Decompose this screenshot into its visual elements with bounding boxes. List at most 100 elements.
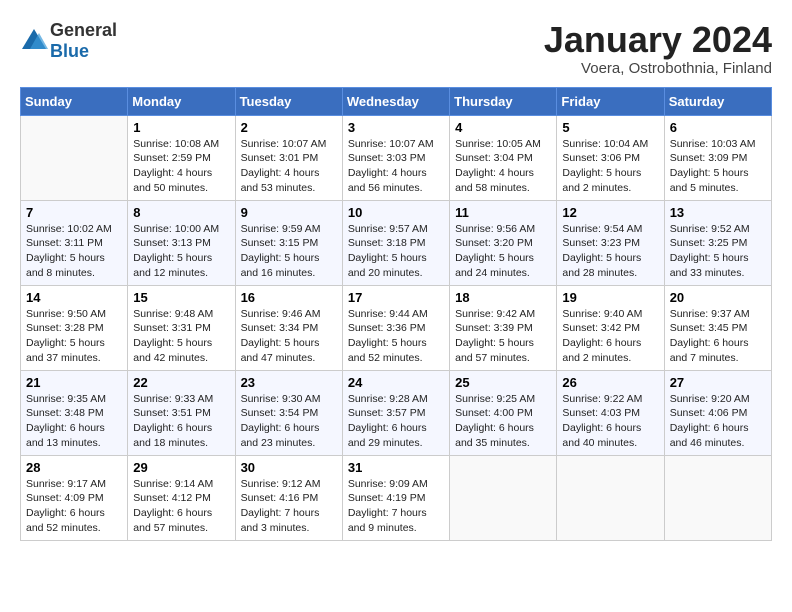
- calendar-cell: 5 Sunrise: 10:04 AM Sunset: 3:06 PM Dayli…: [557, 115, 664, 200]
- weekday-header-sunday: Sunday: [21, 87, 128, 115]
- day-info: Sunrise: 9:48 AM Sunset: 3:31 PM Dayligh…: [133, 307, 229, 366]
- day-number: 21: [26, 375, 122, 390]
- weekday-header-wednesday: Wednesday: [342, 87, 449, 115]
- day-info: Sunrise: 9:14 AM Sunset: 4:12 PM Dayligh…: [133, 477, 229, 536]
- calendar-week-3: 14 Sunrise: 9:50 AM Sunset: 3:28 PM Dayli…: [21, 285, 772, 370]
- day-info: Sunrise: 9:37 AM Sunset: 3:45 PM Dayligh…: [670, 307, 766, 366]
- day-number: 17: [348, 290, 444, 305]
- title-block: January 2024 Voera, Ostrobothnia, Finlan…: [544, 20, 772, 77]
- day-info: Sunrise: 9:46 AM Sunset: 3:34 PM Dayligh…: [241, 307, 337, 366]
- day-info: Sunrise: 9:09 AM Sunset: 4:19 PM Dayligh…: [348, 477, 444, 536]
- calendar-week-5: 28 Sunrise: 9:17 AM Sunset: 4:09 PM Dayli…: [21, 455, 772, 540]
- weekday-header-saturday: Saturday: [664, 87, 771, 115]
- calendar-week-4: 21 Sunrise: 9:35 AM Sunset: 3:48 PM Dayli…: [21, 370, 772, 455]
- day-number: 14: [26, 290, 122, 305]
- day-number: 31: [348, 460, 444, 475]
- calendar-cell: 29 Sunrise: 9:14 AM Sunset: 4:12 PM Dayli…: [128, 455, 235, 540]
- day-number: 7: [26, 205, 122, 220]
- calendar-cell: 10Sunrise: 9:57 AM Sunset: 3:18 PM Dayli…: [342, 200, 449, 285]
- calendar-cell: 28 Sunrise: 9:17 AM Sunset: 4:09 PM Dayli…: [21, 455, 128, 540]
- weekday-header-thursday: Thursday: [450, 87, 557, 115]
- day-info: Sunrise: 10:03 AM Sunset: 3:09 PM Daylig…: [670, 137, 766, 196]
- day-info: Sunrise: 9:44 AM Sunset: 3:36 PM Dayligh…: [348, 307, 444, 366]
- calendar-cell: 18Sunrise: 9:42 AM Sunset: 3:39 PM Dayli…: [450, 285, 557, 370]
- calendar-cell: [557, 455, 664, 540]
- day-number: 24: [348, 375, 444, 390]
- calendar-cell: 31 Sunrise: 9:09 AM Sunset: 4:19 PM Dayli…: [342, 455, 449, 540]
- calendar-cell: [450, 455, 557, 540]
- calendar-cell: 6 Sunrise: 10:03 AM Sunset: 3:09 PM Dayli…: [664, 115, 771, 200]
- day-number: 13: [670, 205, 766, 220]
- logo-blue-text: Blue: [50, 41, 89, 61]
- calendar-cell: 27Sunrise: 9:20 AM Sunset: 4:06 PM Dayli…: [664, 370, 771, 455]
- day-number: 1: [133, 120, 229, 135]
- day-number: 12: [562, 205, 658, 220]
- calendar-header: SundayMondayTuesdayWednesdayThursdayFrid…: [21, 87, 772, 115]
- calendar-cell: 22Sunrise: 9:33 AM Sunset: 3:51 PM Dayli…: [128, 370, 235, 455]
- day-number: 29: [133, 460, 229, 475]
- day-number: 23: [241, 375, 337, 390]
- calendar-cell: 2 Sunrise: 10:07 AM Sunset: 3:01 PM Dayli…: [235, 115, 342, 200]
- day-info: Sunrise: 9:57 AM Sunset: 3:18 PM Dayligh…: [348, 222, 444, 281]
- day-info: Sunrise: 10:07 AM Sunset: 3:03 PM Daylig…: [348, 137, 444, 196]
- day-number: 11: [455, 205, 551, 220]
- day-number: 20: [670, 290, 766, 305]
- day-number: 22: [133, 375, 229, 390]
- page-header: General Blue January 2024 Voera, Ostrobo…: [20, 20, 772, 77]
- calendar-cell: 26 Sunrise: 9:22 AM Sunset: 4:03 PM Dayli…: [557, 370, 664, 455]
- day-info: Sunrise: 9:20 AM Sunset: 4:06 PM Dayligh…: [670, 392, 766, 451]
- day-number: 30: [241, 460, 337, 475]
- logo-icon: [20, 27, 48, 55]
- calendar-cell: 30 Sunrise: 9:12 AM Sunset: 4:16 PM Dayli…: [235, 455, 342, 540]
- calendar-cell: 11 Sunrise: 9:56 AM Sunset: 3:20 PM Dayli…: [450, 200, 557, 285]
- calendar-cell: 3Sunrise: 10:07 AM Sunset: 3:03 PM Dayli…: [342, 115, 449, 200]
- calendar-cell: 12 Sunrise: 9:54 AM Sunset: 3:23 PM Dayli…: [557, 200, 664, 285]
- day-info: Sunrise: 9:59 AM Sunset: 3:15 PM Dayligh…: [241, 222, 337, 281]
- day-info: Sunrise: 9:52 AM Sunset: 3:25 PM Dayligh…: [670, 222, 766, 281]
- calendar-cell: 19Sunrise: 9:40 AM Sunset: 3:42 PM Dayli…: [557, 285, 664, 370]
- calendar-cell: 4Sunrise: 10:05 AM Sunset: 3:04 PM Dayli…: [450, 115, 557, 200]
- weekday-header-tuesday: Tuesday: [235, 87, 342, 115]
- calendar-cell: 23Sunrise: 9:30 AM Sunset: 3:54 PM Dayli…: [235, 370, 342, 455]
- calendar-cell: 17 Sunrise: 9:44 AM Sunset: 3:36 PM Dayli…: [342, 285, 449, 370]
- calendar-cell: 1 Sunrise: 10:08 AM Sunset: 2:59 PM Dayli…: [128, 115, 235, 200]
- day-number: 26: [562, 375, 658, 390]
- day-info: Sunrise: 9:54 AM Sunset: 3:23 PM Dayligh…: [562, 222, 658, 281]
- calendar-cell: 7 Sunrise: 10:02 AM Sunset: 3:11 PM Dayli…: [21, 200, 128, 285]
- calendar-cell: 20 Sunrise: 9:37 AM Sunset: 3:45 PM Dayli…: [664, 285, 771, 370]
- day-info: Sunrise: 10:07 AM Sunset: 3:01 PM Daylig…: [241, 137, 337, 196]
- day-info: Sunrise: 9:17 AM Sunset: 4:09 PM Dayligh…: [26, 477, 122, 536]
- day-info: Sunrise: 9:42 AM Sunset: 3:39 PM Dayligh…: [455, 307, 551, 366]
- weekday-header-friday: Friday: [557, 87, 664, 115]
- day-info: Sunrise: 10:04 AM Sunset: 3:06 PM Daylig…: [562, 137, 658, 196]
- day-info: Sunrise: 10:02 AM Sunset: 3:11 PM Daylig…: [26, 222, 122, 281]
- day-info: Sunrise: 9:56 AM Sunset: 3:20 PM Dayligh…: [455, 222, 551, 281]
- day-info: Sunrise: 9:28 AM Sunset: 3:57 PM Dayligh…: [348, 392, 444, 451]
- location-text: Voera, Ostrobothnia, Finland: [544, 60, 772, 77]
- day-info: Sunrise: 10:08 AM Sunset: 2:59 PM Daylig…: [133, 137, 229, 196]
- day-info: Sunrise: 9:22 AM Sunset: 4:03 PM Dayligh…: [562, 392, 658, 451]
- day-number: 2: [241, 120, 337, 135]
- day-number: 6: [670, 120, 766, 135]
- month-title: January 2024: [544, 20, 772, 60]
- day-number: 19: [562, 290, 658, 305]
- day-number: 25: [455, 375, 551, 390]
- day-number: 5: [562, 120, 658, 135]
- day-info: Sunrise: 9:50 AM Sunset: 3:28 PM Dayligh…: [26, 307, 122, 366]
- day-number: 15: [133, 290, 229, 305]
- calendar-cell: 14 Sunrise: 9:50 AM Sunset: 3:28 PM Dayli…: [21, 285, 128, 370]
- calendar-cell: [664, 455, 771, 540]
- weekday-header-monday: Monday: [128, 87, 235, 115]
- calendar-week-1: 1 Sunrise: 10:08 AM Sunset: 2:59 PM Dayli…: [21, 115, 772, 200]
- calendar-cell: 8Sunrise: 10:00 AM Sunset: 3:13 PM Dayli…: [128, 200, 235, 285]
- day-info: Sunrise: 10:05 AM Sunset: 3:04 PM Daylig…: [455, 137, 551, 196]
- day-info: Sunrise: 9:12 AM Sunset: 4:16 PM Dayligh…: [241, 477, 337, 536]
- logo: General Blue: [20, 20, 117, 62]
- day-number: 9: [241, 205, 337, 220]
- calendar-cell: 13 Sunrise: 9:52 AM Sunset: 3:25 PM Dayli…: [664, 200, 771, 285]
- calendar-cell: 15 Sunrise: 9:48 AM Sunset: 3:31 PM Dayli…: [128, 285, 235, 370]
- day-number: 28: [26, 460, 122, 475]
- day-info: Sunrise: 9:25 AM Sunset: 4:00 PM Dayligh…: [455, 392, 551, 451]
- day-info: Sunrise: 9:35 AM Sunset: 3:48 PM Dayligh…: [26, 392, 122, 451]
- day-info: Sunrise: 10:00 AM Sunset: 3:13 PM Daylig…: [133, 222, 229, 281]
